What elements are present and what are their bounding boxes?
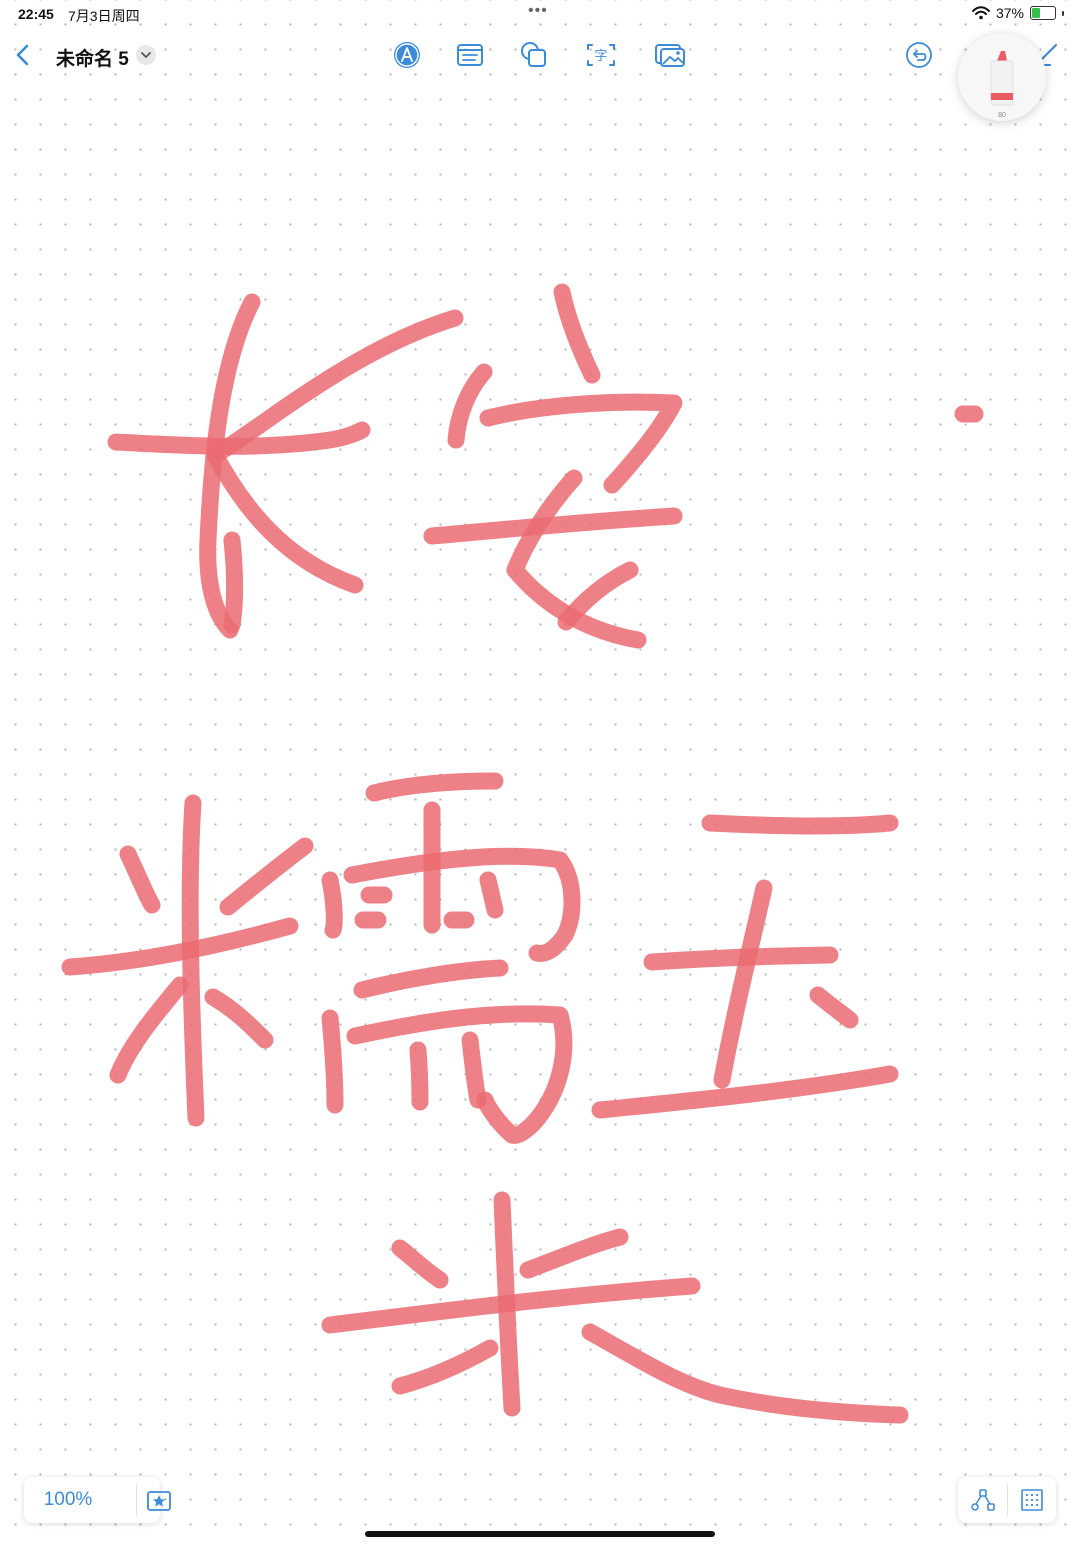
- divider: [136, 1483, 137, 1517]
- battery-level: [1032, 8, 1040, 18]
- chevron-down-icon[interactable]: [136, 45, 156, 65]
- pen-tool-icon[interactable]: [390, 39, 424, 71]
- shapes-icon[interactable]: [517, 39, 551, 71]
- back-chevron-icon[interactable]: [10, 40, 36, 70]
- marker-icon: [990, 51, 1014, 106]
- undo-icon[interactable]: [902, 39, 936, 71]
- dot-grid-canvas[interactable]: [0, 0, 1080, 1547]
- mind-map-icon[interactable]: [970, 1487, 996, 1513]
- battery-icon: [1030, 6, 1056, 20]
- wifi-icon: [971, 6, 990, 20]
- status-bar: 22:45 7月3日周四 ••• 37%: [0, 0, 1080, 28]
- active-pen-picker[interactable]: 80: [958, 33, 1046, 121]
- document-title[interactable]: 未命名 5: [56, 44, 129, 71]
- favorite-star-icon[interactable]: [146, 1491, 172, 1511]
- canvas-options: [958, 1477, 1056, 1523]
- zoom-level-button[interactable]: 100%: [24, 1477, 112, 1523]
- image-icon[interactable]: [653, 39, 687, 71]
- svg-text:字: 字: [594, 49, 607, 64]
- grid-icon[interactable]: [1019, 1487, 1045, 1513]
- text-box-icon[interactable]: [453, 39, 487, 71]
- home-indicator[interactable]: [365, 1531, 715, 1537]
- text-recognition-icon[interactable]: 字: [584, 39, 618, 71]
- battery-cap: [1062, 10, 1064, 16]
- pen-size-label: 80: [998, 112, 1006, 119]
- status-time: 22:45: [18, 6, 54, 22]
- divider: [1007, 1483, 1008, 1517]
- zoom-control: 100%: [24, 1477, 171, 1523]
- status-date: 7月3日周四: [68, 8, 140, 24]
- top-toolbar: 未命名 5 字: [0, 32, 1080, 78]
- battery-percent: 37%: [995, 5, 1024, 21]
- status-right: 37%: [971, 5, 1064, 21]
- multitasking-dots-icon[interactable]: •••: [528, 2, 548, 20]
